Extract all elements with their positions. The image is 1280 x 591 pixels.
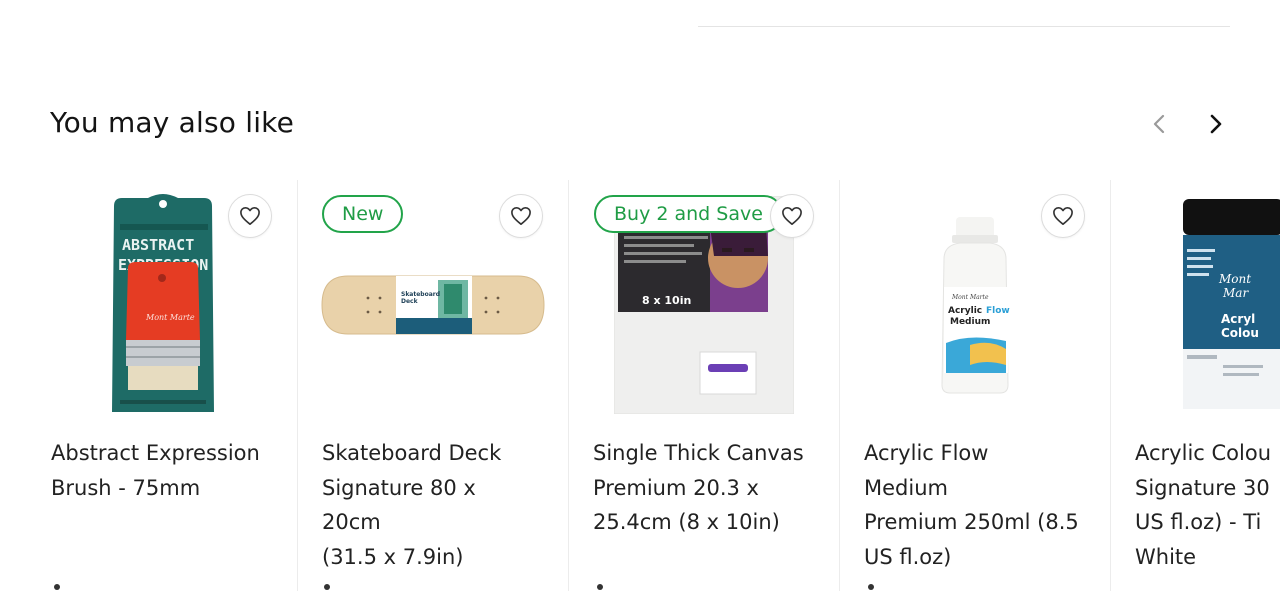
skateboard-deck-image: Skateboard Deck <box>321 275 545 334</box>
product-image[interactable]: Mont Mar Acryl Colou <box>1111 192 1280 417</box>
heart-icon <box>782 207 802 225</box>
section-title: You may also like <box>50 106 295 139</box>
svg-text:Mont: Mont <box>1218 272 1251 286</box>
product-name[interactable]: Abstract Expression Brush - 75mm <box>51 436 266 505</box>
product-name-line: Signature 80 x 20cm <box>322 475 476 535</box>
product-name-line: Acrylic Flow Medium <box>864 441 989 500</box>
product-name-line: Premium 20.3 x <box>593 475 759 500</box>
new-badge[interactable]: New <box>322 195 404 233</box>
product-name-line: Skateboard Deck <box>322 441 502 465</box>
product-card[interactable]: Mont Marte Acrylic Flow Medium Acrylic F… <box>839 180 1110 591</box>
brush-package-image: ABSTRACT EXPRESSION Mont Marte <box>112 193 214 412</box>
product-name-line: US fl.oz) - Ti <box>1135 510 1262 534</box>
svg-text:Skateboard: Skateboard <box>401 291 440 298</box>
product-card[interactable]: ABSTRACT EXPRESSION Mont Marte Abstract … <box>28 180 299 591</box>
product-name-line: 25.4cm (8 x 10in) <box>593 510 780 534</box>
product-name-line: (31.5 x 7.9in) <box>322 544 464 569</box>
buy-2-and-save-badge[interactable]: Buy 2 and Save <box>594 195 783 233</box>
svg-text:Medium: Medium <box>950 317 990 327</box>
product-name-line: Abstract Expression <box>51 441 260 465</box>
product-name-line: Acrylic Colou <box>1135 441 1271 465</box>
carousel-next-button[interactable] <box>1198 106 1234 142</box>
acrylic-colour-tub-image: Mont Mar Acryl Colou <box>1183 198 1280 409</box>
price-indicator <box>597 584 603 590</box>
product-name[interactable]: Skateboard Deck Signature 80 x 20cm (31.… <box>322 436 537 574</box>
svg-text:ABSTRACT: ABSTRACT <box>122 236 194 254</box>
acrylic-flow-bottle-image: Mont Marte Acrylic Flow Medium <box>941 216 1010 393</box>
product-carousel: ABSTRACT EXPRESSION Mont Marte Abstract … <box>0 180 1280 591</box>
product-name[interactable]: Single Thick Canvas Premium 20.3 x 25.4c… <box>593 436 808 540</box>
carousel-prev-button[interactable] <box>1142 106 1178 142</box>
wishlist-button[interactable] <box>228 194 272 238</box>
product-name[interactable]: Acrylic Colou Signature 30 US fl.oz) - T… <box>1135 436 1280 574</box>
price-indicator <box>868 584 874 590</box>
product-card[interactable]: 8 x 10in Buy 2 and Save Single Thick Can… <box>568 180 839 591</box>
svg-text:Deck: Deck <box>401 298 419 305</box>
svg-text:Acrylic: Acrylic <box>948 306 982 316</box>
wishlist-button[interactable] <box>499 194 543 238</box>
product-name-line: Single Thick Canvas <box>593 441 804 465</box>
svg-text:Flow: Flow <box>986 306 1010 316</box>
top-divider <box>698 26 1230 27</box>
heart-icon <box>1053 207 1073 225</box>
product-name-line: Premium 250ml (8.5 <box>864 510 1079 534</box>
product-name-line: US fl.oz) <box>864 544 952 569</box>
product-card[interactable]: Mont Mar Acryl Colou Acrylic Colou Signa… <box>1110 180 1280 591</box>
price-indicator <box>54 584 60 590</box>
svg-text:Mont Marte: Mont Marte <box>145 313 195 322</box>
svg-text:Mont Marte: Mont Marte <box>951 294 989 301</box>
heart-icon <box>511 207 531 225</box>
product-name[interactable]: Acrylic Flow Medium Premium 250ml (8.5 U… <box>864 436 1079 574</box>
svg-text:Mar: Mar <box>1222 286 1249 300</box>
svg-text:Acryl: Acryl <box>1221 312 1255 326</box>
chevron-right-icon <box>1210 114 1222 134</box>
product-card[interactable]: Skateboard Deck New Skateboard Deck Sign… <box>297 180 568 591</box>
product-name-line: Signature 30 <box>1135 475 1270 500</box>
wishlist-button[interactable] <box>1041 194 1085 238</box>
svg-text:Colou: Colou <box>1221 326 1259 340</box>
chevron-left-icon <box>1153 114 1165 134</box>
product-name-line: White <box>1135 544 1197 569</box>
wishlist-button[interactable] <box>770 194 814 238</box>
heart-icon <box>240 207 260 225</box>
product-name-line: Brush - 75mm <box>51 475 201 500</box>
price-indicator <box>324 584 330 590</box>
svg-text:8 x 10in: 8 x 10in <box>642 294 691 307</box>
